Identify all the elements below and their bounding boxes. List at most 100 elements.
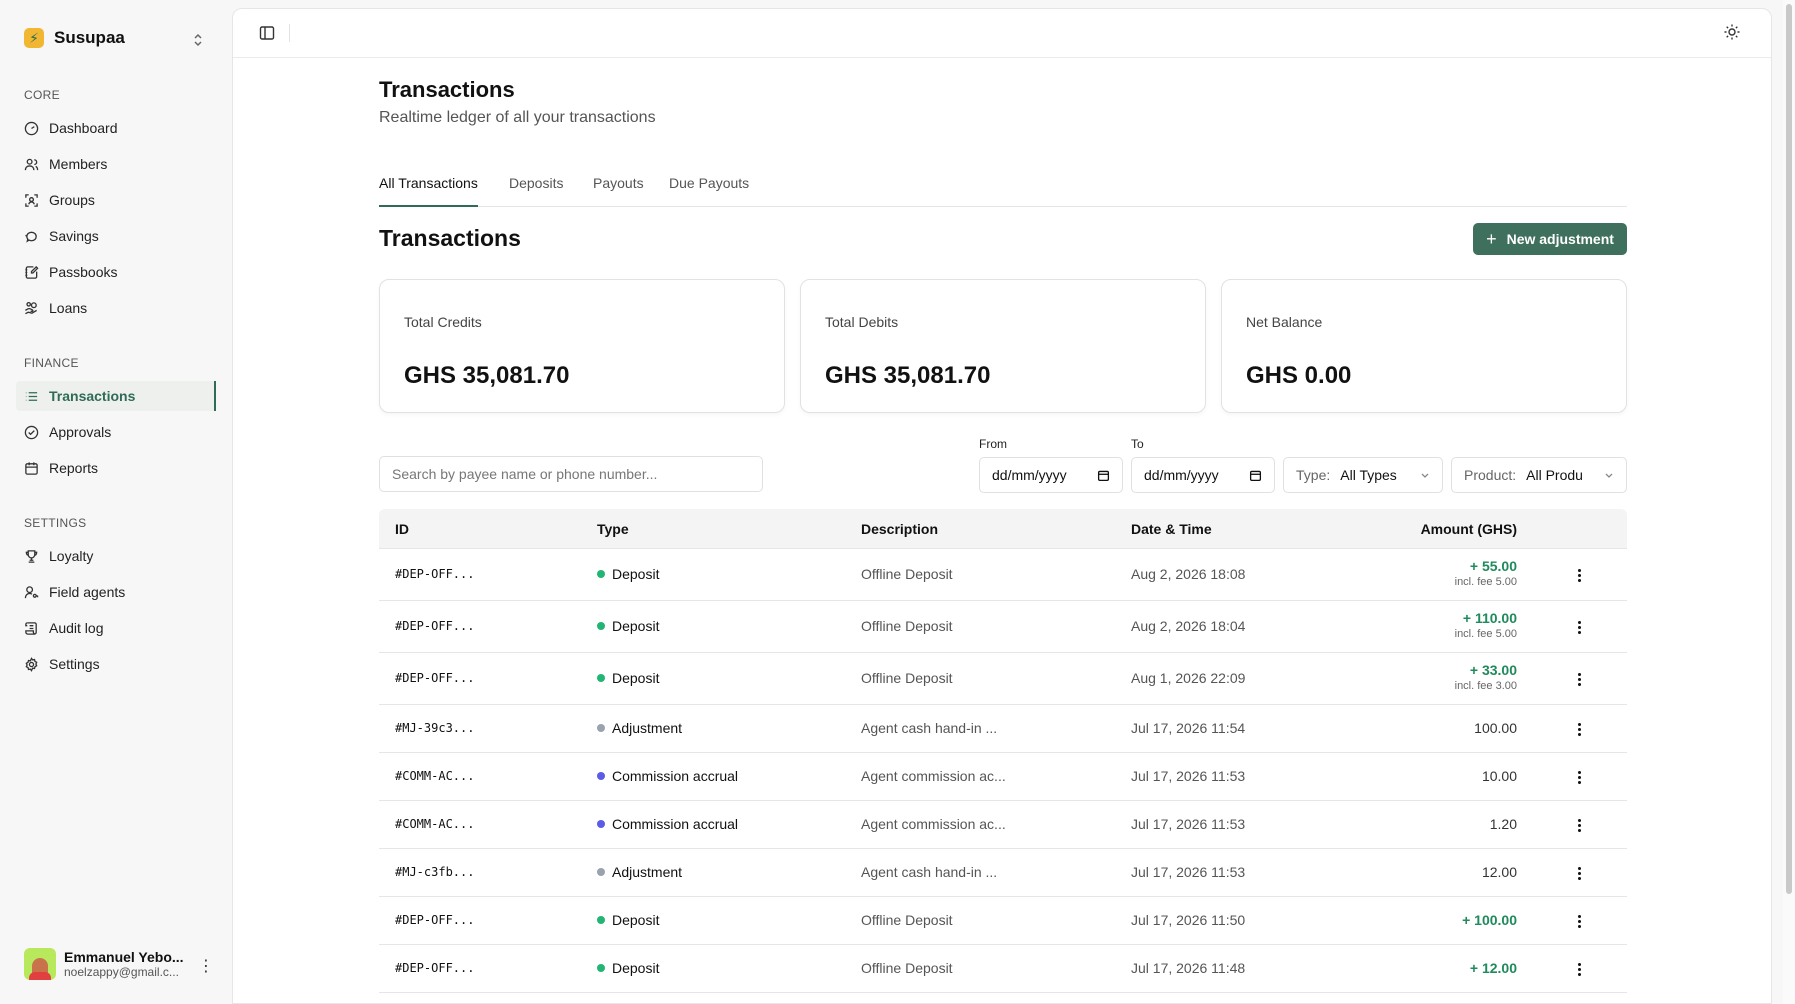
to-date-input[interactable]: dd/mm/yyyy — [1131, 457, 1275, 493]
piggy-bank-icon — [25, 231, 37, 243]
table-row[interactable]: #COMM-AC... Commission accrual Agent commi… — [379, 801, 1627, 849]
transaction-id[interactable]: #MJ-c3fb... — [395, 865, 474, 879]
page-subtitle: Realtime ledger of all your transactions — [379, 109, 656, 126]
row-actions-icon[interactable] — [1575, 567, 1583, 583]
row-actions-icon[interactable] — [1575, 619, 1583, 635]
amount-value: 100.00 — [1474, 720, 1517, 736]
row-actions-icon[interactable] — [1575, 671, 1583, 687]
sun-icon[interactable] — [1723, 23, 1741, 41]
sidebar-toggle-icon[interactable] — [259, 25, 275, 41]
header-datetime: Date & Time — [1131, 521, 1212, 537]
transaction-type-label: Commission accrual — [612, 816, 739, 832]
transaction-id[interactable]: #DEP-OFF... — [395, 671, 474, 685]
sidebar-item-label: Passbooks — [49, 264, 118, 280]
tab-deposits[interactable]: Deposits — [509, 175, 563, 191]
check-circle-icon — [24, 425, 39, 439]
sidebar-item-loyalty[interactable]: Loyalty — [16, 541, 216, 571]
transaction-amount: 12.00 — [1482, 864, 1517, 880]
transaction-type-label: Deposit — [612, 670, 660, 686]
type-select-label: Type: — [1296, 467, 1331, 483]
transaction-description: Offline Deposit — [861, 960, 953, 976]
tab-bar: All Transactions Deposits Payouts Due Pa… — [379, 165, 1627, 207]
sidebar-item-loans[interactable]: Loans — [16, 293, 216, 323]
product-select-value: All Produ — [1526, 467, 1583, 483]
from-date-input[interactable]: dd/mm/yyyy — [979, 457, 1123, 493]
scrollbar-thumb[interactable] — [1786, 4, 1792, 894]
sidebar-item-reports[interactable]: Reports — [16, 453, 216, 483]
card-label: Total Credits — [404, 314, 482, 330]
transaction-type: Adjustment — [597, 720, 682, 736]
sidebar-item-dashboard[interactable]: Dashboard — [16, 113, 216, 143]
transaction-id[interactable]: #MJ-39c3... — [395, 721, 474, 735]
transaction-id[interactable]: #COMM-AC... — [395, 817, 474, 831]
total-debits-card: Total Debits GHS 35,081.70 — [800, 279, 1206, 413]
transaction-description: Agent commission ac... — [861, 768, 1006, 784]
sidebar-item-audit-log[interactable]: Audit log — [16, 613, 216, 643]
amount-fee: incl. fee 3.00 — [1454, 680, 1517, 692]
sidebar-item-passbooks[interactable]: Passbooks — [16, 257, 216, 287]
sidebar-item-transactions[interactable]: Transactions — [16, 381, 216, 411]
transaction-id[interactable]: #DEP-OFF... — [395, 961, 474, 975]
transaction-id[interactable]: #DEP-OFF... — [395, 913, 474, 927]
table-row[interactable]: #MJ-39c3... Adjustment Agent cash hand-in … — [379, 705, 1627, 753]
sidebar-item-approvals[interactable]: Approvals — [16, 417, 216, 447]
transaction-type-label: Deposit — [612, 618, 660, 634]
row-actions-icon[interactable] — [1575, 961, 1583, 977]
tab-payouts[interactable]: Payouts — [593, 175, 644, 191]
type-dot-icon — [597, 724, 605, 732]
from-label: From — [979, 437, 1007, 451]
product-select[interactable]: Product: All Produ — [1451, 457, 1627, 493]
transaction-id[interactable]: #DEP-OFF... — [395, 619, 474, 633]
more-vertical-icon[interactable]: ⋮ — [198, 956, 214, 976]
header-description: Description — [861, 521, 939, 537]
transaction-id[interactable]: #DEP-OFF... — [395, 567, 474, 581]
table-row[interactable]: #DEP-OFF... Deposit Offline Deposit Aug 2, … — [379, 549, 1627, 601]
workspace-switcher[interactable]: ⚡ Susupaa — [24, 28, 125, 48]
transaction-type-label: Deposit — [612, 566, 660, 582]
chevron-up-down-icon[interactable] — [192, 32, 204, 48]
card-value: GHS 0.00 — [1246, 362, 1352, 389]
sidebar-item-groups[interactable]: Groups — [16, 185, 216, 215]
avatar — [24, 948, 56, 980]
sidebar-item-savings[interactable]: Savings — [16, 221, 216, 251]
topbar — [233, 9, 1771, 58]
hand-coins-icon — [25, 301, 37, 314]
tab-due-payouts[interactable]: Due Payouts — [669, 175, 749, 191]
row-actions-icon[interactable] — [1575, 817, 1583, 833]
sidebar-item-settings[interactable]: Settings — [16, 649, 216, 679]
sidebar-item-label: Audit log — [49, 620, 104, 636]
transaction-amount: 100.00 — [1474, 720, 1517, 736]
sidebar-item-field-agents[interactable]: Field agents — [16, 577, 216, 607]
sidebar-item-members[interactable]: Members — [16, 149, 216, 179]
to-date-value: dd/mm/yyyy — [1144, 467, 1219, 483]
table-row[interactable]: #DEP-OFF... Deposit Offline Deposit Jul 17,… — [379, 945, 1627, 993]
sidebar: ⚡ Susupaa CORE Dashboard Members Groups … — [0, 0, 230, 1004]
type-dot-icon — [597, 964, 605, 972]
row-actions-icon[interactable] — [1575, 865, 1583, 881]
table-row[interactable]: #COMM-AC... Commission accrual Agent commi… — [379, 753, 1627, 801]
row-actions-icon[interactable] — [1575, 721, 1583, 737]
type-dot-icon — [597, 772, 605, 780]
table-row[interactable]: #DEP-OFF... Deposit Offline Deposit Aug 1, … — [379, 653, 1627, 705]
row-actions-icon[interactable] — [1575, 913, 1583, 929]
to-label: To — [1131, 437, 1144, 451]
tab-all-transactions[interactable]: All Transactions — [379, 175, 478, 207]
transaction-datetime: Jul 17, 2026 11:53 — [1131, 768, 1246, 784]
transaction-datetime: Jul 17, 2026 11:53 — [1131, 816, 1246, 832]
table-row[interactable]: #MJ-c3fb... Adjustment Agent cash hand-in … — [379, 849, 1627, 897]
transaction-description: Agent cash hand-in ... — [861, 864, 998, 880]
scrollbar[interactable] — [1783, 0, 1795, 1004]
transaction-id[interactable]: #COMM-AC... — [395, 769, 474, 783]
user-profile[interactable]: Emmanuel Yebo... noelzappy@gmail.c... ⋮ — [24, 946, 214, 982]
table-row[interactable]: #DEP-OFF... Deposit Offline Deposit Aug 2, … — [379, 601, 1627, 653]
row-actions-icon[interactable] — [1575, 769, 1583, 785]
new-adjustment-button[interactable]: + New adjustment — [1473, 223, 1627, 255]
header-id: ID — [395, 521, 409, 537]
transaction-description: Agent cash hand-in ... — [861, 720, 998, 736]
table-body: #DEP-OFF... Deposit Offline Deposit Aug 2, … — [379, 549, 1627, 993]
transaction-amount: + 55.00 incl. fee 5.00 — [1455, 558, 1517, 588]
table-row[interactable]: #DEP-OFF... Deposit Offline Deposit Jul 17,… — [379, 897, 1627, 945]
sidebar-section-settings: SETTINGS — [24, 516, 87, 530]
type-select[interactable]: Type: All Types — [1283, 457, 1443, 493]
search-input[interactable] — [379, 456, 763, 492]
